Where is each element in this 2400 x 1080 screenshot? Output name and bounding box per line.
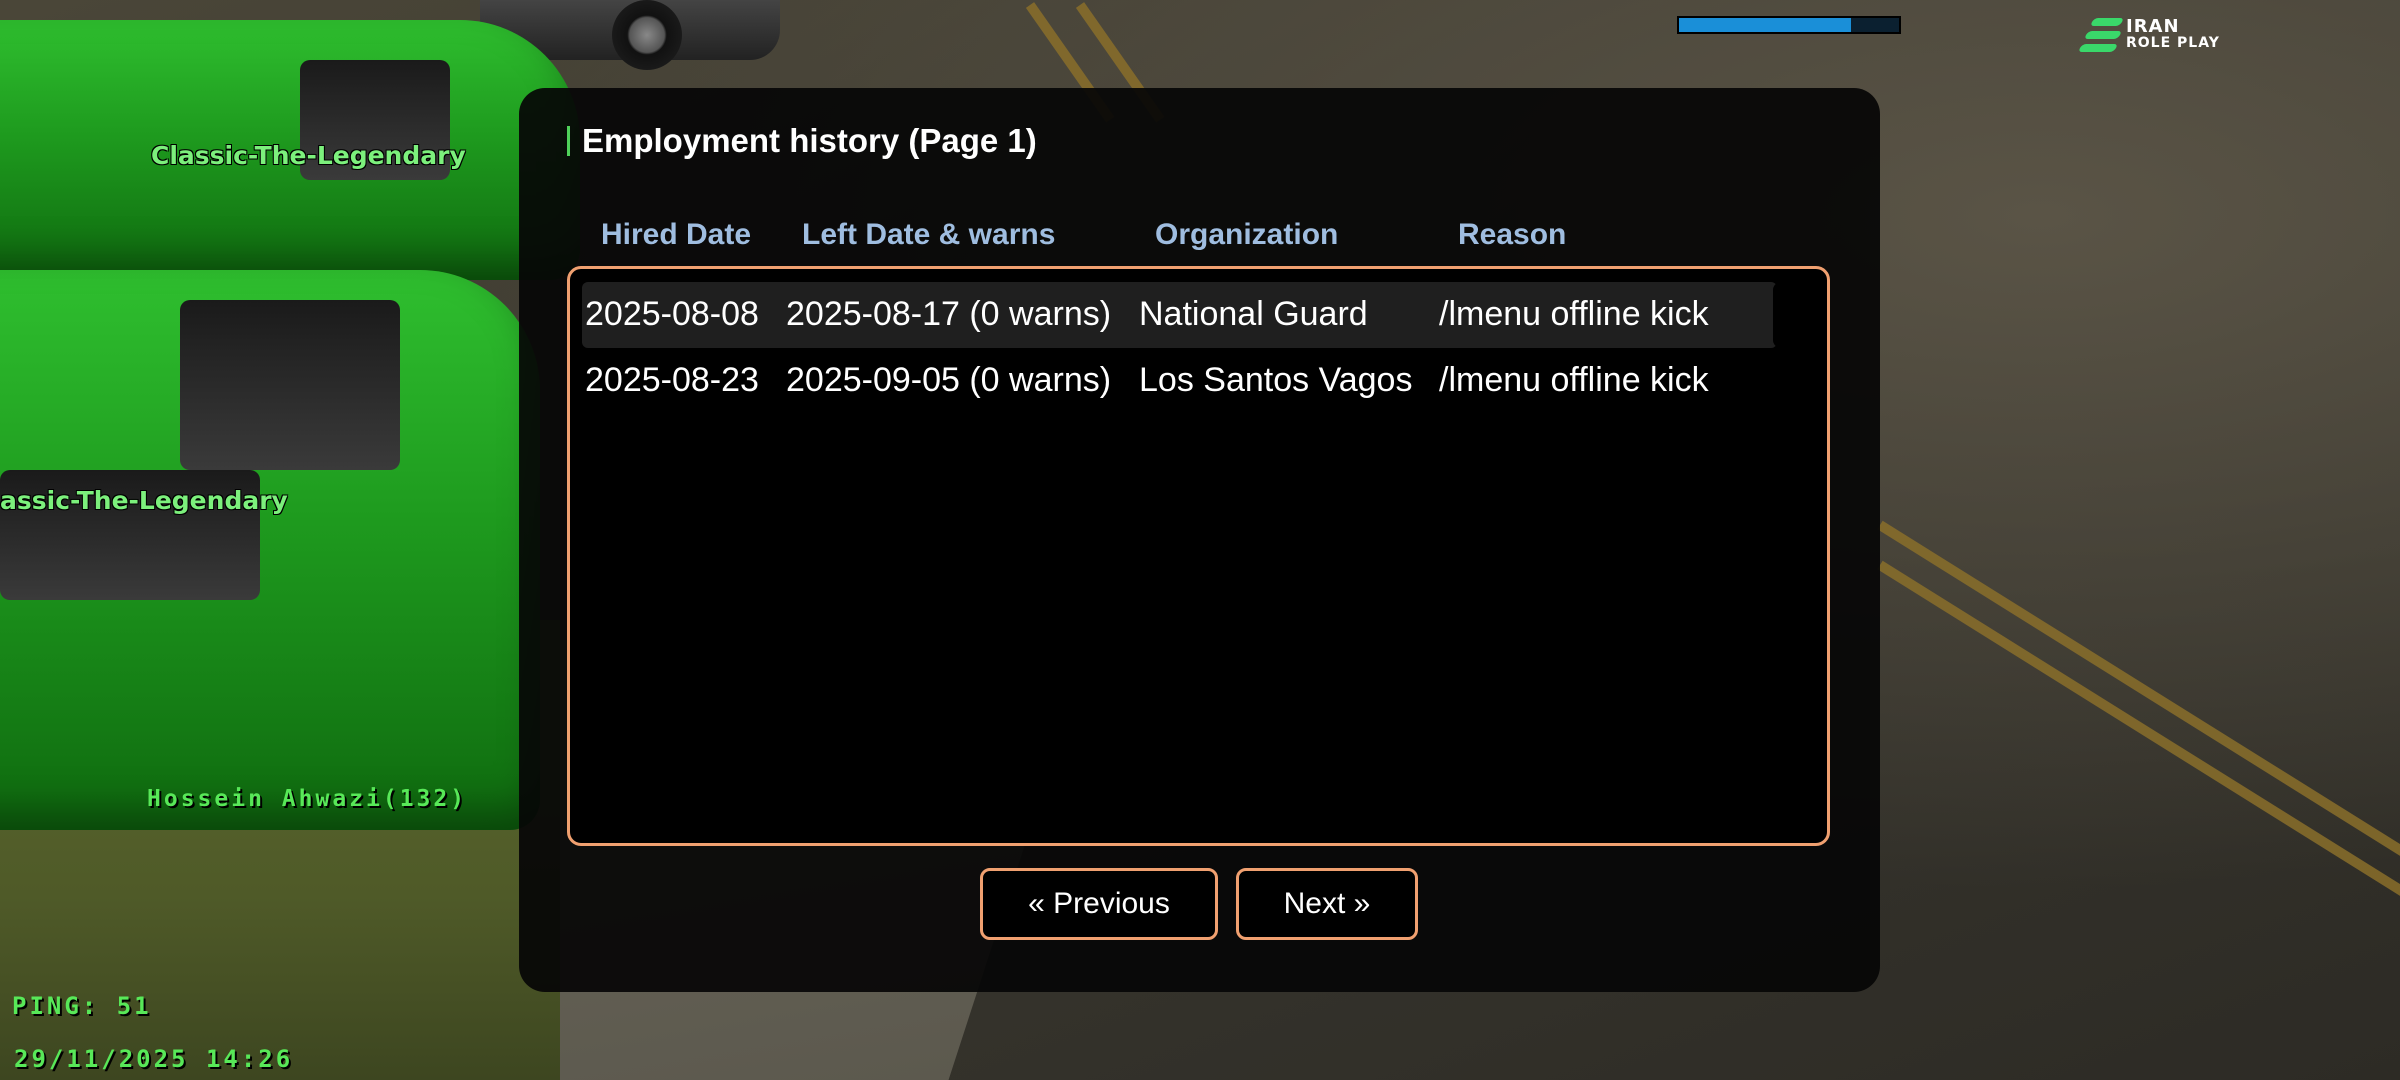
cell-organization: National Guard	[1139, 295, 1368, 333]
dialog-title: Employment history (Page 1)	[567, 122, 1037, 160]
player-nametag: Hossein Ahwazi(132)	[147, 786, 468, 812]
logo-line1: IRAN	[2126, 16, 2180, 37]
car-window	[180, 300, 400, 470]
title-accent-bar	[567, 126, 570, 156]
employment-history-dialog: Employment history (Page 1) Hired Date L…	[519, 88, 1880, 992]
ping-display: PING: 51	[12, 992, 152, 1020]
car-wheel	[612, 0, 682, 70]
cell-left-date: 2025-08-17 (0 warns)	[786, 295, 1112, 333]
status-bar-fill	[1679, 18, 1851, 32]
employment-list[interactable]: 2025-08-08 2025-08-17 (0 warns) National…	[567, 266, 1830, 846]
logo-stripes-icon	[2077, 16, 2126, 56]
table-row[interactable]: 2025-08-08 2025-08-17 (0 warns) National…	[582, 282, 1781, 348]
cell-organization: Los Santos Vagos	[1139, 361, 1413, 399]
column-header-left-date: Left Date & warns	[802, 218, 1056, 251]
status-bar	[1677, 16, 1901, 34]
table-row[interactable]: 2025-08-23 2025-09-05 (0 warns) Los Sant…	[582, 348, 1777, 414]
cell-hired-date: 2025-08-08	[585, 295, 759, 333]
cell-left-date: 2025-09-05 (0 warns)	[786, 361, 1112, 399]
server-logo: IRAN ROLE PLAY	[2077, 14, 2230, 62]
column-header-hired-date: Hired Date	[601, 218, 752, 251]
road-line	[1877, 560, 2400, 898]
column-header-reason: Reason	[1458, 218, 1567, 251]
next-button[interactable]: Next »	[1236, 868, 1418, 940]
cell-reason: /lmenu offline kick	[1439, 295, 1709, 333]
game-scene: Classic-The-Legendary assic-The-Legendar…	[0, 0, 2400, 1080]
column-header-organization: Organization	[1155, 218, 1339, 251]
logo-line2: ROLE PLAY	[2126, 35, 2220, 51]
datetime-display: 29/11/2025 14:26	[14, 1045, 294, 1073]
cell-reason: /lmenu offline kick	[1439, 361, 1709, 399]
road-line	[1877, 520, 2400, 858]
previous-button[interactable]: « Previous	[980, 868, 1218, 940]
player-nametag: assic-The-Legendary	[0, 486, 288, 515]
logo-text: IRAN ROLE PLAY	[2126, 18, 2220, 52]
cell-hired-date: 2025-08-23	[585, 361, 759, 399]
dialog-title-text: Employment history (Page 1)	[582, 122, 1037, 159]
player-nametag: Classic-The-Legendary	[151, 141, 466, 170]
